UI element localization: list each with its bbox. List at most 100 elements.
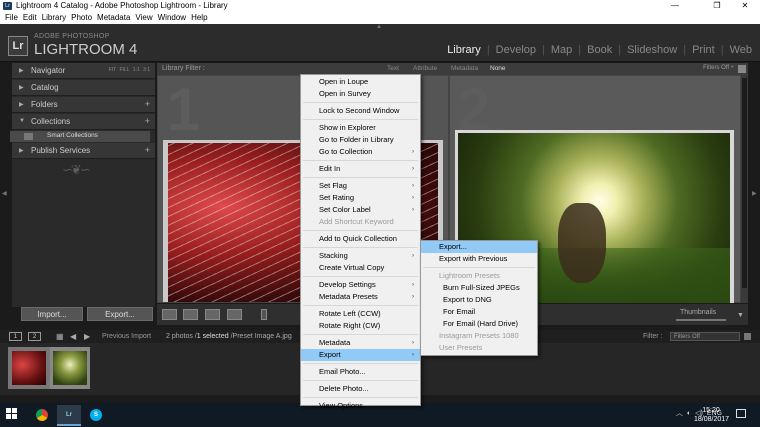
module-web[interactable]: Web — [730, 44, 752, 56]
menu-item-export-to-dng[interactable]: Export to DNG — [421, 294, 537, 306]
menu-item-develop-settings[interactable]: Develop Settings › — [301, 279, 420, 291]
filmstrip-lock-icon[interactable] — [744, 333, 751, 340]
forward-arrow-icon[interactable]: ▶ — [84, 332, 90, 341]
module-develop[interactable]: Develop — [496, 44, 536, 56]
navigator-panel-header[interactable]: ▶ Navigator FIT FILL 1:1 3:1 — [12, 63, 155, 79]
grid-scrollbar-thumb[interactable] — [742, 78, 747, 288]
menu-photo[interactable]: Photo — [71, 12, 92, 24]
back-arrow-icon[interactable]: ◀ — [70, 332, 76, 341]
menu-item-set-color-label[interactable]: Set Color Label › — [301, 204, 420, 216]
menu-item-go-to-collection[interactable]: Go to Collection › — [301, 146, 420, 158]
menu-item-set-rating[interactable]: Set Rating › — [301, 192, 420, 204]
menu-view[interactable]: View — [135, 12, 152, 24]
module-library[interactable]: Library — [447, 44, 481, 56]
menu-item-stacking[interactable]: Stacking › — [301, 250, 420, 262]
maximize-button[interactable]: ❐ — [702, 0, 732, 12]
menu-item-burn-full-sized-jpegs[interactable]: Burn Full-Sized JPEGs — [421, 282, 537, 294]
main-window-button[interactable]: 1 — [9, 332, 22, 341]
filmstrip-thumbnail[interactable] — [8, 347, 50, 389]
menu-item-show-in-explorer[interactable]: Show in Explorer — [301, 122, 420, 134]
add-folder-plus-icon[interactable]: + — [145, 99, 150, 109]
module-map[interactable]: Map — [551, 44, 572, 56]
menu-item-metadata-presets[interactable]: Metadata Presets › — [301, 291, 420, 303]
taskbar-clock[interactable]: 15:20 18/08/2017 — [694, 406, 729, 424]
tray-chevron-up-icon[interactable]: ︿ — [676, 410, 683, 417]
menu-item-open-in-survey[interactable]: Open in Survey — [301, 88, 420, 100]
menu-item-add-to-quick-collection[interactable]: Add to Quick Collection — [301, 233, 420, 245]
taskbar-lightroom[interactable]: Lr — [57, 405, 81, 426]
smart-collections-item[interactable]: Smart Collections — [10, 131, 150, 142]
export-button[interactable]: Export... — [87, 307, 153, 321]
windows-start-icon[interactable] — [6, 408, 18, 420]
filter-text[interactable]: Text — [387, 65, 399, 72]
menu-item-metadata[interactable]: Metadata › — [301, 337, 420, 349]
menu-item-edit-in[interactable]: Edit In › — [301, 163, 420, 175]
network-icon[interactable]: ◐ — [687, 410, 691, 417]
add-publish-service-plus-icon[interactable]: + — [145, 145, 150, 155]
menu-item-lock-to-second-window[interactable]: Lock to Second Window — [301, 105, 420, 117]
folders-panel-header[interactable]: ▶ Folders + — [12, 97, 155, 113]
minimize-button[interactable]: — — [660, 0, 690, 12]
catalog-panel-header[interactable]: ▶ Catalog — [12, 80, 155, 96]
collections-panel-header[interactable]: ▼ Collections + — [12, 114, 155, 130]
menu-item-export[interactable]: Export › — [301, 349, 420, 361]
second-window-button[interactable]: 2 — [28, 332, 41, 341]
menu-item-rotate-left-ccw[interactable]: Rotate Left (CCW) — [301, 308, 420, 320]
submenu-chevron-right-icon: › — [412, 183, 414, 189]
source-previous-import[interactable]: Previous Import — [102, 333, 151, 340]
left-panel-collapse-icon[interactable]: ◀ — [2, 190, 7, 197]
menu-file[interactable]: File — [5, 12, 18, 24]
module-print[interactable]: Print — [692, 44, 715, 56]
filter-metadata[interactable]: Metadata — [451, 65, 478, 72]
menu-item-export-with-previous[interactable]: Export with Previous — [421, 253, 537, 265]
close-button[interactable]: ✕ — [730, 0, 760, 12]
thumbnail-size-slider[interactable] — [676, 319, 726, 321]
menu-item-view-options[interactable]: View Options... — [301, 400, 420, 412]
taskbar-skype[interactable]: S — [84, 405, 108, 426]
menu-item-for-email-hard-drive[interactable]: For Email (Hard Drive) — [421, 318, 537, 330]
taskbar-chrome[interactable] — [30, 405, 54, 426]
action-center-icon[interactable] — [736, 409, 746, 418]
navigator-zoom-options[interactable]: FIT FILL 1:1 3:1 — [109, 67, 150, 73]
menu-item-delete-photo[interactable]: Delete Photo... — [301, 383, 420, 395]
filmstrip-thumbnail-image — [12, 351, 46, 385]
menu-item-set-flag[interactable]: Set Flag › — [301, 180, 420, 192]
filter-presets-dropdown[interactable]: Filters Off ÷ — [703, 65, 734, 71]
filter-attribute[interactable]: Attribute — [413, 65, 437, 72]
filmstrip-breadcrumb[interactable]: 2 photos /1 selected /Preset Image A.jpg — [166, 333, 292, 340]
menu-item-rotate-right-cw[interactable]: Rotate Right (CW) — [301, 320, 420, 332]
loupe-view-icon[interactable] — [183, 309, 198, 320]
right-panel-collapse-icon[interactable]: ▶ — [752, 190, 757, 197]
menu-library[interactable]: Library — [42, 12, 66, 24]
menu-item-export[interactable]: Export... — [421, 241, 537, 253]
menu-metadata[interactable]: Metadata — [97, 12, 130, 24]
export-submenu: Export... Export with Previous Lightroom P… — [420, 240, 538, 356]
add-collection-plus-icon[interactable]: + — [145, 116, 150, 126]
menu-help[interactable]: Help — [191, 12, 207, 24]
menu-item-go-to-folder-in-library[interactable]: Go to Folder in Library — [301, 134, 420, 146]
menu-item-create-virtual-copy[interactable]: Create Virtual Copy — [301, 262, 420, 274]
menu-item-label: Add Shortcut Keyword — [319, 217, 394, 226]
navigator-label: Navigator — [31, 66, 66, 75]
filmstrip-thumbnail-selected[interactable] — [50, 347, 90, 389]
import-button[interactable]: Import... — [21, 307, 83, 321]
module-book[interactable]: Book — [587, 44, 612, 56]
menu-window[interactable]: Window — [158, 12, 186, 24]
menu-edit[interactable]: Edit — [23, 12, 37, 24]
survey-view-icon[interactable] — [227, 309, 242, 320]
compare-view-icon[interactable] — [205, 309, 220, 320]
grid-icon[interactable]: ▦ — [56, 332, 64, 341]
menu-item-email-photo[interactable]: Email Photo... — [301, 366, 420, 378]
filter-none[interactable]: None — [490, 65, 506, 72]
menu-item-for-email[interactable]: For Email — [421, 306, 537, 318]
menu-item-open-in-loupe[interactable]: Open in Loupe — [301, 76, 420, 88]
toolbar-options-chevron-down-icon[interactable]: ▼ — [737, 312, 744, 319]
painter-icon[interactable] — [261, 309, 267, 320]
filter-lock-icon[interactable] — [738, 65, 746, 73]
publish-services-panel-header[interactable]: ▶ Publish Services + — [12, 143, 155, 159]
grid-view-icon[interactable] — [162, 309, 177, 320]
filmstrip-filter-dropdown[interactable]: Filters Off — [670, 332, 740, 341]
module-slideshow[interactable]: Slideshow — [627, 44, 677, 56]
menu-item-label: Set Rating — [319, 193, 355, 202]
top-panel-collapse-icon[interactable]: ▲ — [376, 24, 382, 30]
